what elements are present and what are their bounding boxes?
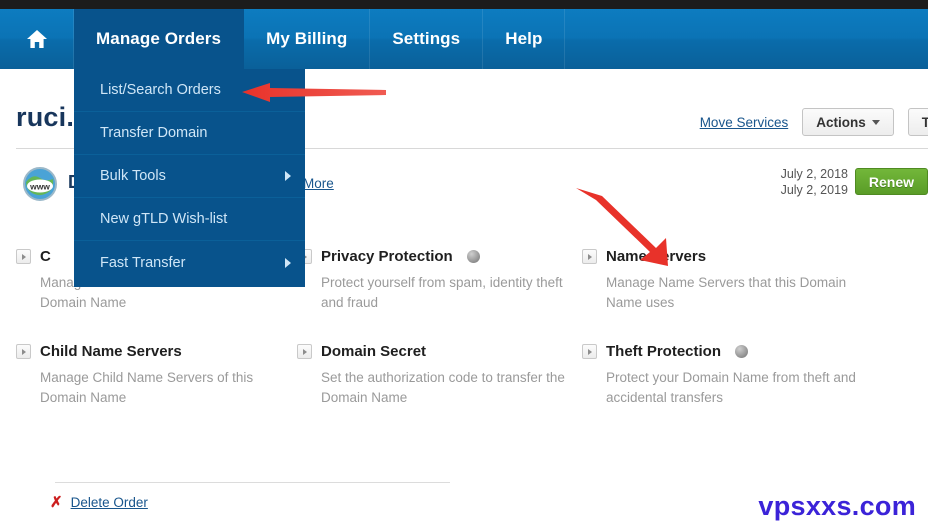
browser-screen: Manage Orders My Billing Settings Help r… (0, 0, 928, 526)
transfer-button[interactable]: Tra (907, 108, 928, 136)
move-services-link[interactable]: Move Services (700, 115, 789, 130)
nav-item-help[interactable]: Help (483, 9, 566, 69)
feature-child-name-servers[interactable]: Child Name Servers Manage Child Name Ser… (16, 343, 297, 408)
actions-button[interactable]: Actions (802, 108, 894, 136)
feature-description: Set the authorization code to transfer t… (321, 370, 565, 405)
nav-item-label: Help (505, 29, 543, 48)
chevron-down-icon (871, 119, 880, 125)
feature-header[interactable]: Domain Secret (297, 343, 568, 360)
chevron-right-icon (285, 171, 291, 181)
dropdown-item-new-gtld-wish-list[interactable]: New gTLD Wish-list (74, 198, 305, 241)
status-dot-icon (466, 250, 480, 263)
nav-item-my-billing[interactable]: My Billing (244, 9, 371, 69)
svg-text:www: www (29, 182, 50, 192)
expand-chevron-right-icon[interactable] (16, 249, 31, 264)
feature-title: Domain Secret (321, 343, 427, 360)
expand-chevron-right-icon[interactable] (16, 344, 31, 359)
expand-chevron-right-icon[interactable] (582, 344, 597, 359)
feature-title: Privacy Protection (321, 248, 453, 265)
feature-domain-secret[interactable]: Domain Secret Set the authorization code… (297, 343, 582, 408)
feature-header[interactable]: Child Name Servers (16, 343, 283, 360)
renew-button-label: Renew (868, 173, 914, 190)
header-actions: Move Services Actions Tra (700, 108, 928, 136)
feature-description: Protect yourself from spam, identity the… (321, 275, 563, 310)
feature-header[interactable]: Name Servers (582, 248, 914, 265)
transfer-button-label: Tra (921, 114, 928, 130)
manage-orders-dropdown: List/Search Orders Transfer Domain Bulk … (74, 69, 305, 287)
dropdown-item-label: Fast Transfer (100, 254, 186, 271)
dropdown-item-label: List/Search Orders (100, 82, 221, 98)
feature-title: C (40, 248, 51, 265)
dropdown-item-bulk-tools[interactable]: Bulk Tools (74, 155, 305, 198)
nav-item-label: Settings (392, 29, 461, 48)
page-title: ruci. (16, 102, 75, 132)
feature-privacy-protection[interactable]: Privacy Protection Protect yourself from… (297, 248, 582, 313)
nav-item-label: My Billing (266, 29, 348, 48)
chevron-right-icon (285, 257, 291, 268)
dropdown-item-list-search-orders[interactable]: List/Search Orders (74, 69, 305, 112)
watermark: vpsxxs.com (758, 491, 916, 521)
domain-dates: July 2, 2018 July 2, 2019 (781, 166, 848, 198)
dropdown-item-transfer-domain[interactable]: Transfer Domain (74, 112, 305, 155)
nav-item-manage-orders[interactable]: Manage Orders (74, 9, 245, 69)
globe-www-icon: www (22, 166, 58, 202)
close-x-icon: ✗ (50, 494, 63, 511)
home-button[interactable] (0, 9, 74, 69)
delete-order-link[interactable]: Delete Order (71, 495, 148, 510)
feature-title: Child Name Servers (40, 343, 182, 360)
feature-description: Manage Child Name Servers of this Domain… (40, 370, 254, 405)
feature-header[interactable]: Theft Protection (582, 343, 914, 360)
dropdown-item-label: New gTLD Wish-list (100, 211, 228, 227)
main-navbar: Manage Orders My Billing Settings Help (0, 9, 928, 69)
dropdown-item-fast-transfer[interactable]: Fast Transfer (74, 241, 305, 284)
expiry-date: July 2, 2019 (780, 183, 848, 197)
dropdown-item-label: Transfer Domain (100, 125, 208, 141)
feature-description: Manage Name Servers that this Domain Nam… (606, 275, 847, 310)
top-black-strip (0, 0, 928, 9)
feature-title: Name Servers (606, 248, 707, 265)
feature-description: Protect your Domain Name from theft and … (606, 370, 856, 405)
feature-name-servers[interactable]: Name Servers Manage Name Servers that th… (582, 248, 928, 313)
expand-chevron-right-icon[interactable] (582, 249, 597, 264)
registered-date: July 2, 2018 (780, 167, 848, 181)
expand-chevron-right-icon[interactable] (297, 344, 312, 359)
dropdown-item-label: Bulk Tools (100, 168, 166, 184)
actions-button-label: Actions (816, 114, 866, 130)
home-icon (26, 29, 48, 49)
feature-title: Theft Protection (606, 343, 721, 360)
status-dot-icon (735, 345, 748, 358)
renew-button[interactable]: Renew (854, 168, 928, 195)
more-link[interactable]: More (303, 176, 334, 191)
delete-order-row[interactable]: ✗ Delete Order (50, 495, 148, 510)
footer-divider (55, 482, 450, 483)
nav-item-settings[interactable]: Settings (370, 9, 484, 69)
feature-theft-protection[interactable]: Theft Protection Protect your Domain Nam… (582, 343, 928, 408)
nav-item-label: Manage Orders (96, 29, 222, 48)
feature-header[interactable]: Privacy Protection (297, 248, 568, 265)
